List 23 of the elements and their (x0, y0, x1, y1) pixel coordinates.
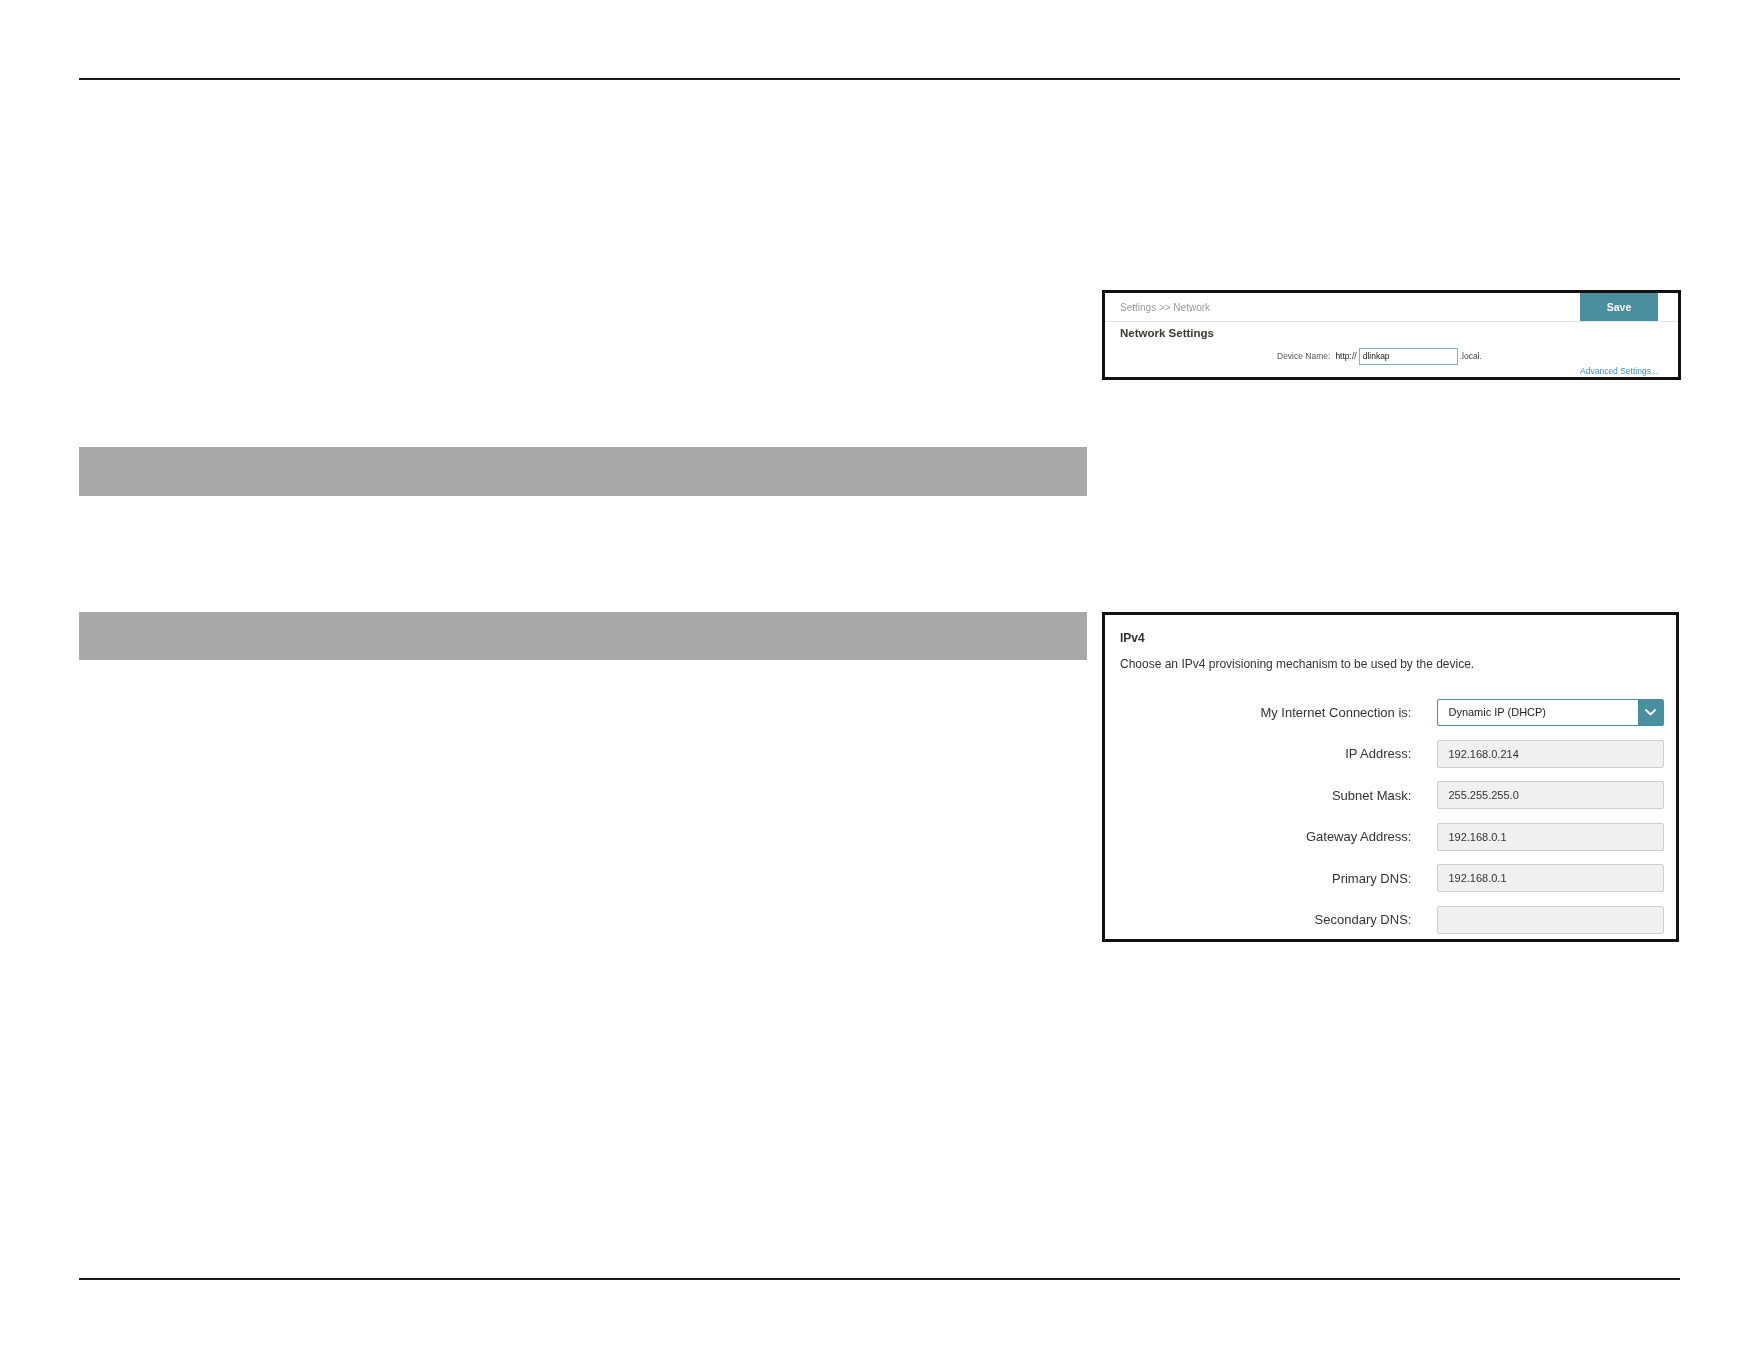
input-field[interactable]: 192.168.0.1 (1437, 822, 1664, 851)
input-field[interactable] (1437, 905, 1664, 934)
input-field[interactable]: 255.255.255.0 (1437, 781, 1664, 809)
connection-type-dropdown[interactable]: Dynamic IP (DHCP) (1437, 698, 1664, 726)
url-suffix-text: .local. (1459, 351, 1482, 361)
section-title: IPv4 (1120, 630, 1146, 646)
input-field[interactable]: 192.168.0.1 (1437, 864, 1664, 892)
field-label: My Internet Connection is: (1259, 704, 1412, 720)
field-label: Subnet Mask: (1330, 787, 1412, 803)
device-name-label: Device Name: (1277, 351, 1331, 361)
section-title: Network Settings (1120, 326, 1215, 340)
field-label: Gateway Address: (1304, 829, 1412, 844)
device-name-field[interactable]: dlinkap (1358, 347, 1458, 365)
field-label: Secondary DNS: (1313, 912, 1412, 927)
chevron-down-icon (1638, 699, 1663, 725)
breadcrumb-text: Settings >> Network (1120, 301, 1211, 313)
description-text: Choose an IPv4 provisioning mechanism to be used by the device. (1120, 656, 1476, 672)
advanced-settings-link[interactable]: Advanced Settings... (1580, 366, 1658, 377)
field-label: IP Address: (1344, 746, 1412, 761)
save-button[interactable]: Save (1580, 293, 1658, 321)
field-label: Primary DNS: (1330, 870, 1412, 886)
url-prefix-text: http:// (1335, 351, 1357, 361)
input-field[interactable]: 192.168.0.214 (1437, 739, 1664, 768)
